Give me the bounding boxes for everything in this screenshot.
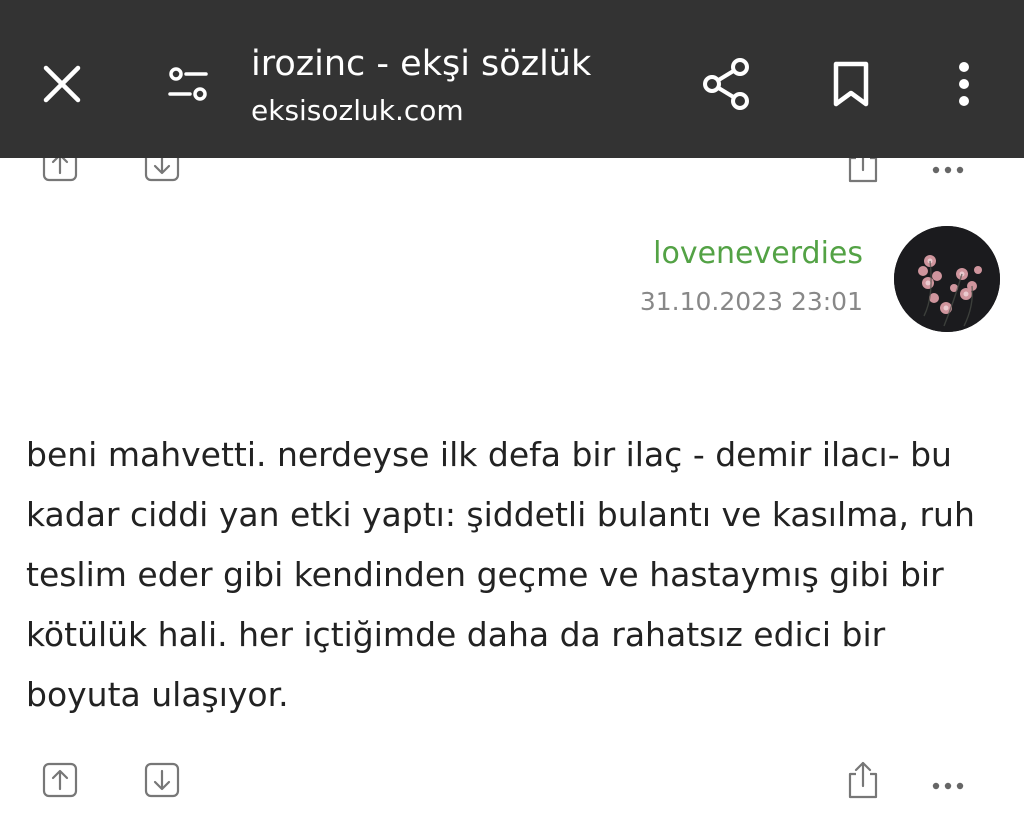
avatar[interactable] [894, 226, 1000, 332]
share-icon [848, 761, 878, 799]
more-horiz-icon [932, 166, 964, 174]
page-title: irozinc - ekşi sözlük [251, 44, 592, 84]
bookmark-icon [833, 61, 869, 107]
bookmark-button[interactable] [815, 48, 887, 120]
entry-author-block: loveneverdies 31.10.2023 23:01 [640, 233, 863, 319]
avatar-image [894, 226, 1000, 332]
downvote-button[interactable] [138, 756, 186, 804]
page: irozinc - ekşi sözlük eksisozluk.com lov… [0, 0, 1024, 831]
close-icon [43, 65, 81, 103]
page-url: eksisozluk.com [251, 94, 464, 127]
page-settings-button[interactable] [152, 48, 224, 120]
close-button[interactable] [26, 48, 98, 120]
more-vert-icon [959, 62, 969, 106]
share-button[interactable] [690, 48, 762, 120]
entry-text: beni mahvetti. nerdeyse ilk defa bir ila… [26, 435, 975, 714]
browser-toolbar: irozinc - ekşi sözlük eksisozluk.com [0, 0, 1024, 158]
entry-date-link[interactable]: 31.10.2023 23:01 [640, 285, 863, 319]
entry-share-button[interactable] [839, 756, 887, 804]
author-name-link[interactable]: loveneverdies [640, 233, 863, 275]
entry-more-button[interactable] [924, 762, 972, 810]
more-horiz-icon [932, 782, 964, 790]
page-settings-icon [168, 67, 208, 101]
upvote-button[interactable] [36, 756, 84, 804]
downvote-icon [144, 762, 180, 798]
upvote-icon [42, 762, 78, 798]
more-options-button[interactable] [928, 48, 1000, 120]
share-icon [703, 58, 749, 110]
